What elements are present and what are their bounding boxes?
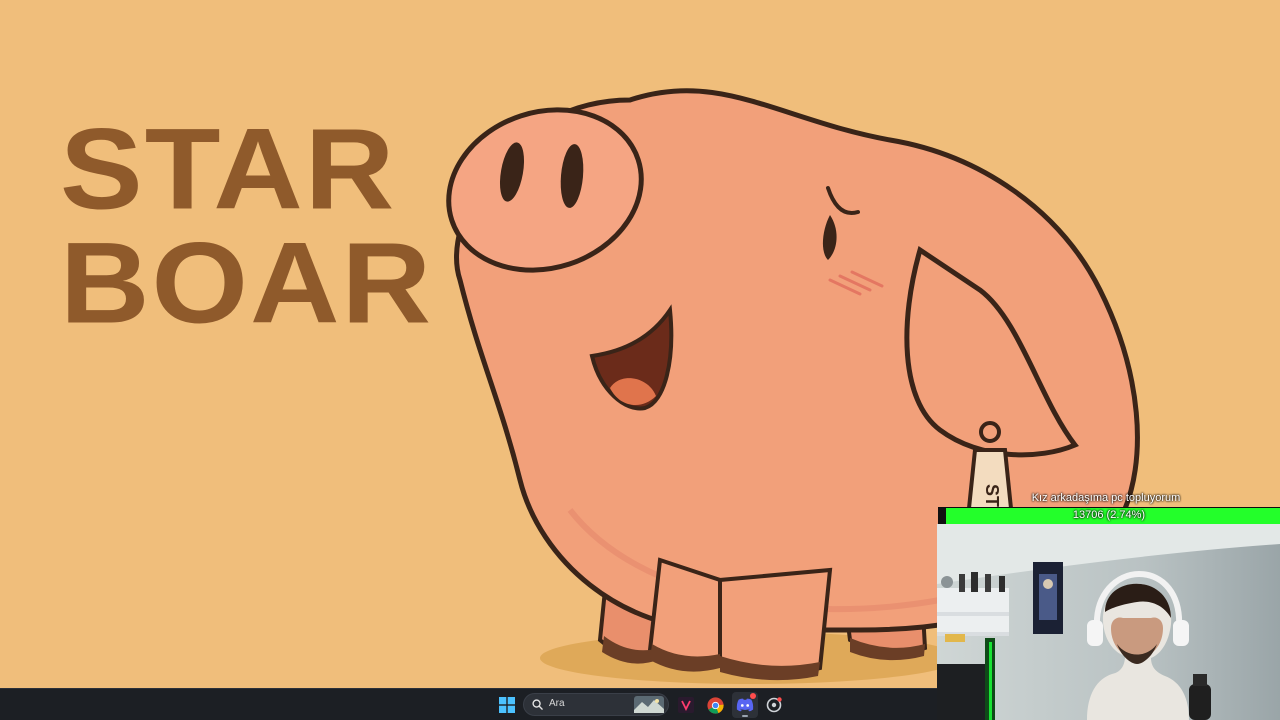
settings-app-icon — [766, 697, 782, 713]
donation-goal-value: 13706 (2.74%) — [1072, 509, 1146, 521]
app-v-icon — [678, 697, 694, 713]
discord-notification-dot — [750, 693, 756, 699]
taskbar-settings-app[interactable] — [761, 692, 787, 718]
taskbar-app-v[interactable] — [673, 692, 699, 718]
taskbar-discord[interactable] — [732, 692, 758, 718]
taskbar-chrome[interactable] — [702, 692, 728, 718]
search-icon — [532, 699, 543, 710]
start-button[interactable] — [494, 692, 520, 718]
donation-goal-bar: 13706 (2.74%) — [938, 507, 1280, 524]
discord-running-indicator — [742, 715, 748, 717]
pig-leg-front-right — [718, 567, 833, 675]
windows-icon — [499, 697, 515, 713]
widget-landscape-icon[interactable] — [634, 696, 664, 713]
desktop-screen: STAR BOAR ST Kız arkadaşıma pc topluyoru… — [0, 0, 1280, 720]
taskbar-search-box[interactable]: Ara — [523, 693, 669, 716]
chrome-icon — [706, 696, 724, 714]
discord-icon — [736, 698, 754, 712]
pig-leg-front-left — [647, 557, 722, 664]
search-placeholder: Ara — [549, 698, 565, 709]
donation-goal-label: Kız arkadaşıma pc topluyorum — [1031, 492, 1181, 504]
webcam-microphone — [1189, 684, 1211, 720]
wallpaper-title-line-1: STAR — [60, 105, 397, 234]
wallpaper-title-line-2: BOAR — [60, 219, 434, 348]
webcam-feed — [937, 524, 1280, 720]
webcam-shelf — [937, 588, 1009, 634]
webcam-scene — [937, 524, 1280, 720]
